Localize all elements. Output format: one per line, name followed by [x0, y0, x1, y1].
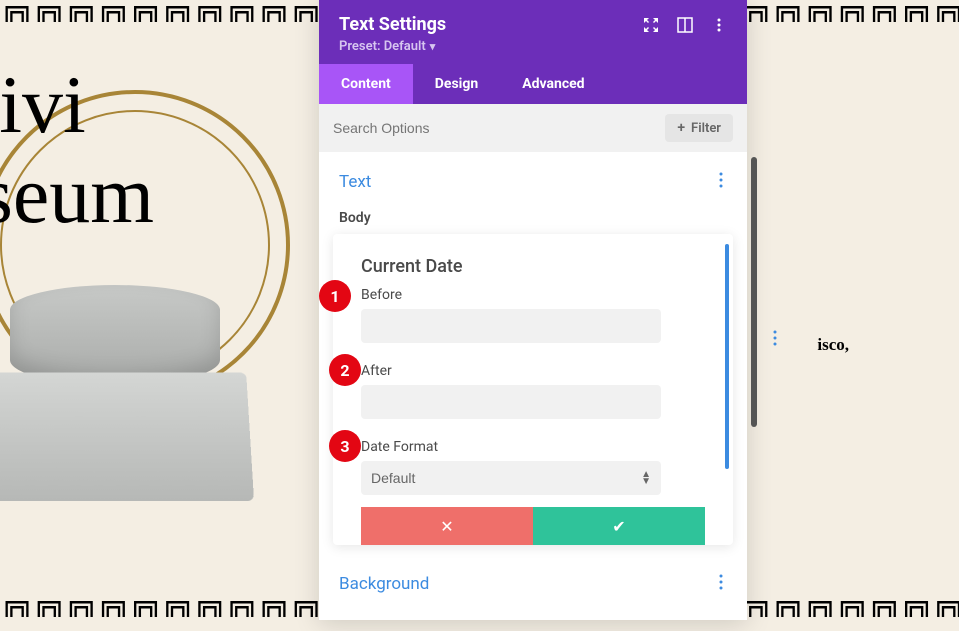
- section-text-title[interactable]: Text: [339, 172, 371, 192]
- annotation-badge-1: 1: [319, 280, 351, 312]
- annotation-badge-3: 3: [329, 430, 361, 462]
- date-format-label: Date Format: [361, 439, 705, 455]
- background-hero: Divi useum: [0, 60, 154, 240]
- close-icon: ✕: [440, 517, 453, 536]
- preset-dropdown[interactable]: Preset: Default: [339, 39, 435, 54]
- panel-title: Text Settings: [339, 14, 446, 35]
- section-background-menu[interactable]: [715, 570, 727, 598]
- inner-card-title: Current Date: [361, 256, 705, 277]
- dots-vertical-icon[interactable]: [711, 17, 727, 33]
- hero-title-line1: Divi: [0, 60, 154, 150]
- panel-body: Text Body Current Date Before A: [319, 152, 747, 620]
- filter-label: Filter: [691, 121, 721, 136]
- tab-design[interactable]: Design: [413, 64, 500, 104]
- section-background: Background: [319, 554, 747, 620]
- filter-button[interactable]: + Filter: [665, 114, 733, 142]
- panel-tabs: Content Design Advanced: [319, 64, 747, 104]
- panel-header: Text Settings Preset: Default: [319, 0, 747, 64]
- section-text-menu[interactable]: [715, 168, 727, 196]
- body-field-label: Body: [339, 210, 727, 226]
- tab-content[interactable]: Content: [319, 64, 413, 104]
- preset-label: Preset: Default: [339, 39, 426, 54]
- after-label: After: [361, 363, 705, 379]
- check-icon: ✔: [612, 517, 625, 536]
- row-menu-button[interactable]: [773, 330, 777, 350]
- expand-icon[interactable]: [643, 17, 659, 33]
- stone-sculpture-image: [0, 275, 260, 525]
- cancel-button[interactable]: ✕: [361, 507, 533, 545]
- hero-title-line2: useum: [0, 150, 154, 240]
- search-bar: + Filter: [319, 104, 747, 152]
- before-label: Before: [361, 287, 705, 303]
- annotation-badge-2: 2: [329, 354, 361, 386]
- settings-panel: Text Settings Preset: Default Content De…: [319, 0, 747, 620]
- after-input[interactable]: [361, 385, 661, 419]
- dynamic-content-card: Current Date Before After Date Format De…: [333, 234, 733, 545]
- search-input[interactable]: [333, 120, 665, 136]
- background-text-fragment: isco,: [817, 335, 849, 355]
- tab-advanced[interactable]: Advanced: [500, 64, 606, 104]
- columns-icon[interactable]: [677, 17, 693, 33]
- panel-scrollbar[interactable]: [751, 157, 757, 427]
- date-format-select[interactable]: Default: [361, 461, 661, 495]
- plus-icon: +: [677, 120, 685, 136]
- section-background-title[interactable]: Background: [339, 574, 429, 594]
- confirm-button[interactable]: ✔: [533, 507, 705, 545]
- inner-scrollbar[interactable]: [725, 244, 729, 469]
- before-input[interactable]: [361, 309, 661, 343]
